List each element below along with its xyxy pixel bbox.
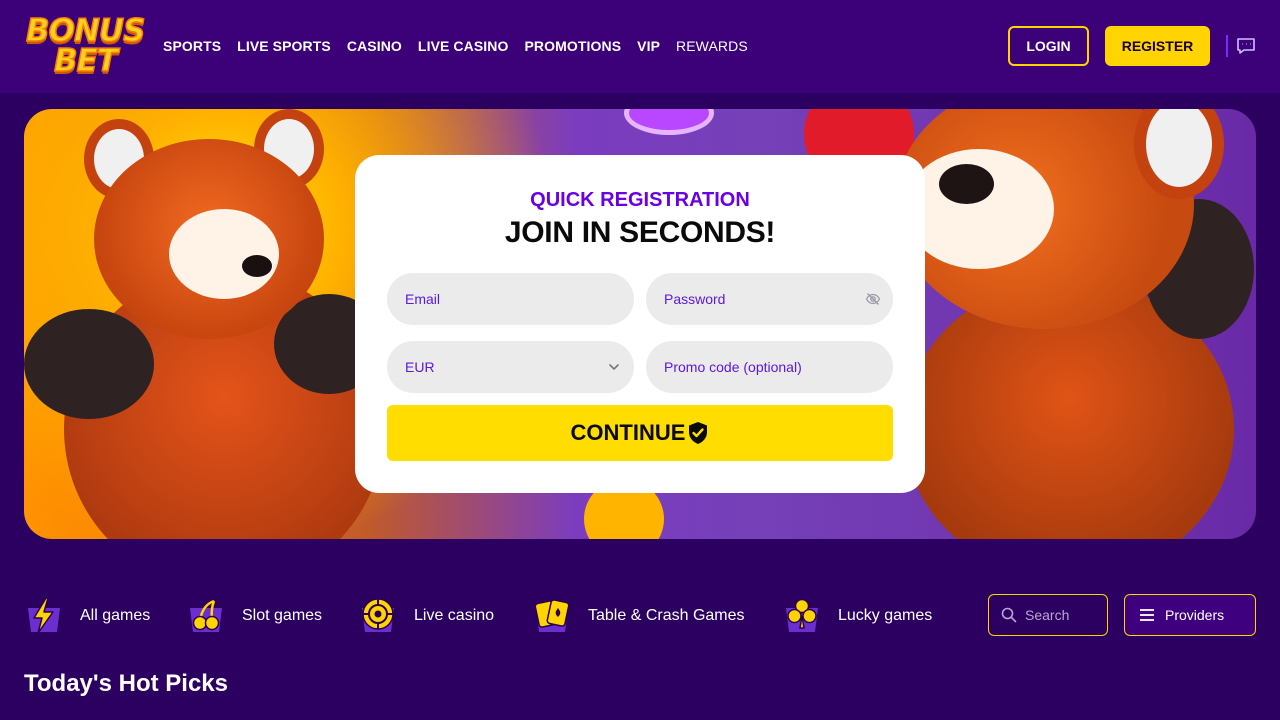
continue-button[interactable]: CONTINUE [387, 405, 893, 461]
logo-line-2: BET [53, 43, 118, 79]
providers-label: Providers [1165, 607, 1225, 623]
main-nav: SPORTS LIVE SPORTS CASINO LIVE CASINO PR… [163, 38, 764, 54]
category-label: Lucky games [838, 607, 933, 624]
category-table-crash-games[interactable]: Table & Crash Games [532, 596, 745, 636]
category-label: Table & Crash Games [588, 607, 745, 624]
shield-check-icon [689, 422, 708, 444]
clover-icon [786, 598, 818, 632]
nav-sports[interactable]: SPORTS [163, 38, 221, 54]
search-icon [1001, 607, 1017, 623]
password-placeholder: Password [664, 291, 726, 307]
cards-icon [534, 599, 570, 632]
form-kicker: QUICK REGISTRATION [530, 189, 750, 211]
email-field[interactable]: Email [387, 273, 634, 325]
bonusbet-logo[interactable]: BONUS BET [25, 14, 146, 80]
category-lucky-games[interactable]: Lucky games [782, 596, 932, 636]
logo-line-1: BONUS [25, 13, 146, 49]
decor-casino-chip [624, 109, 714, 135]
currency-value: EUR [405, 359, 435, 375]
category-label: All games [80, 607, 151, 624]
nav-rewards[interactable]: REWARDS [676, 38, 748, 54]
category-slot-games[interactable]: Slot games [186, 596, 322, 636]
menu-icon [1140, 609, 1154, 621]
panda-nose [242, 255, 272, 277]
section-title-hot-picks: Today's Hot Picks [24, 670, 228, 697]
chevron-down-icon [609, 364, 619, 371]
nav-casino[interactable]: CASINO [347, 38, 402, 54]
eye-off-icon[interactable] [865, 291, 881, 307]
login-button[interactable]: LOGIN [1008, 26, 1089, 66]
password-field[interactable]: Password [646, 273, 893, 325]
top-header: BONUS BET SPORTS LIVE SPORTS CASINO LIVE… [0, 0, 1280, 93]
nav-promotions[interactable]: PROMOTIONS [524, 38, 621, 54]
promo-code-field[interactable]: Promo code (optional) [646, 341, 893, 393]
roulette-icon [362, 598, 394, 632]
quick-registration-card: QUICK REGISTRATION JOIN IN SECONDS! Emai… [355, 155, 925, 493]
panda-face [169, 209, 279, 299]
nav-live-sports[interactable]: LIVE SPORTS [237, 38, 331, 54]
panda-arm-left [24, 309, 154, 419]
email-placeholder: Email [405, 291, 441, 307]
category-live-casino[interactable]: Live casino [358, 596, 494, 636]
panda-nose [939, 164, 994, 204]
currency-select[interactable]: EUR [387, 341, 634, 393]
header-divider [1226, 35, 1228, 57]
search-input[interactable]: Search [988, 594, 1108, 636]
chat-bubble-icon[interactable] [1236, 36, 1256, 56]
continue-label: CONTINUE [570, 420, 686, 445]
category-label: Live casino [414, 607, 495, 624]
category-label: Slot games [242, 607, 323, 624]
form-title: JOIN IN SECONDS! [504, 216, 776, 249]
nav-vip[interactable]: VIP [637, 38, 660, 54]
category-all-games[interactable]: All games [24, 596, 150, 636]
lightning-icon [28, 597, 60, 634]
register-button[interactable]: REGISTER [1105, 26, 1210, 66]
providers-button[interactable]: Providers [1124, 594, 1256, 636]
cherry-icon [190, 599, 222, 632]
promo-placeholder: Promo code (optional) [664, 359, 802, 375]
search-placeholder: Search [1025, 607, 1070, 623]
nav-live-casino[interactable]: LIVE CASINO [418, 38, 509, 54]
